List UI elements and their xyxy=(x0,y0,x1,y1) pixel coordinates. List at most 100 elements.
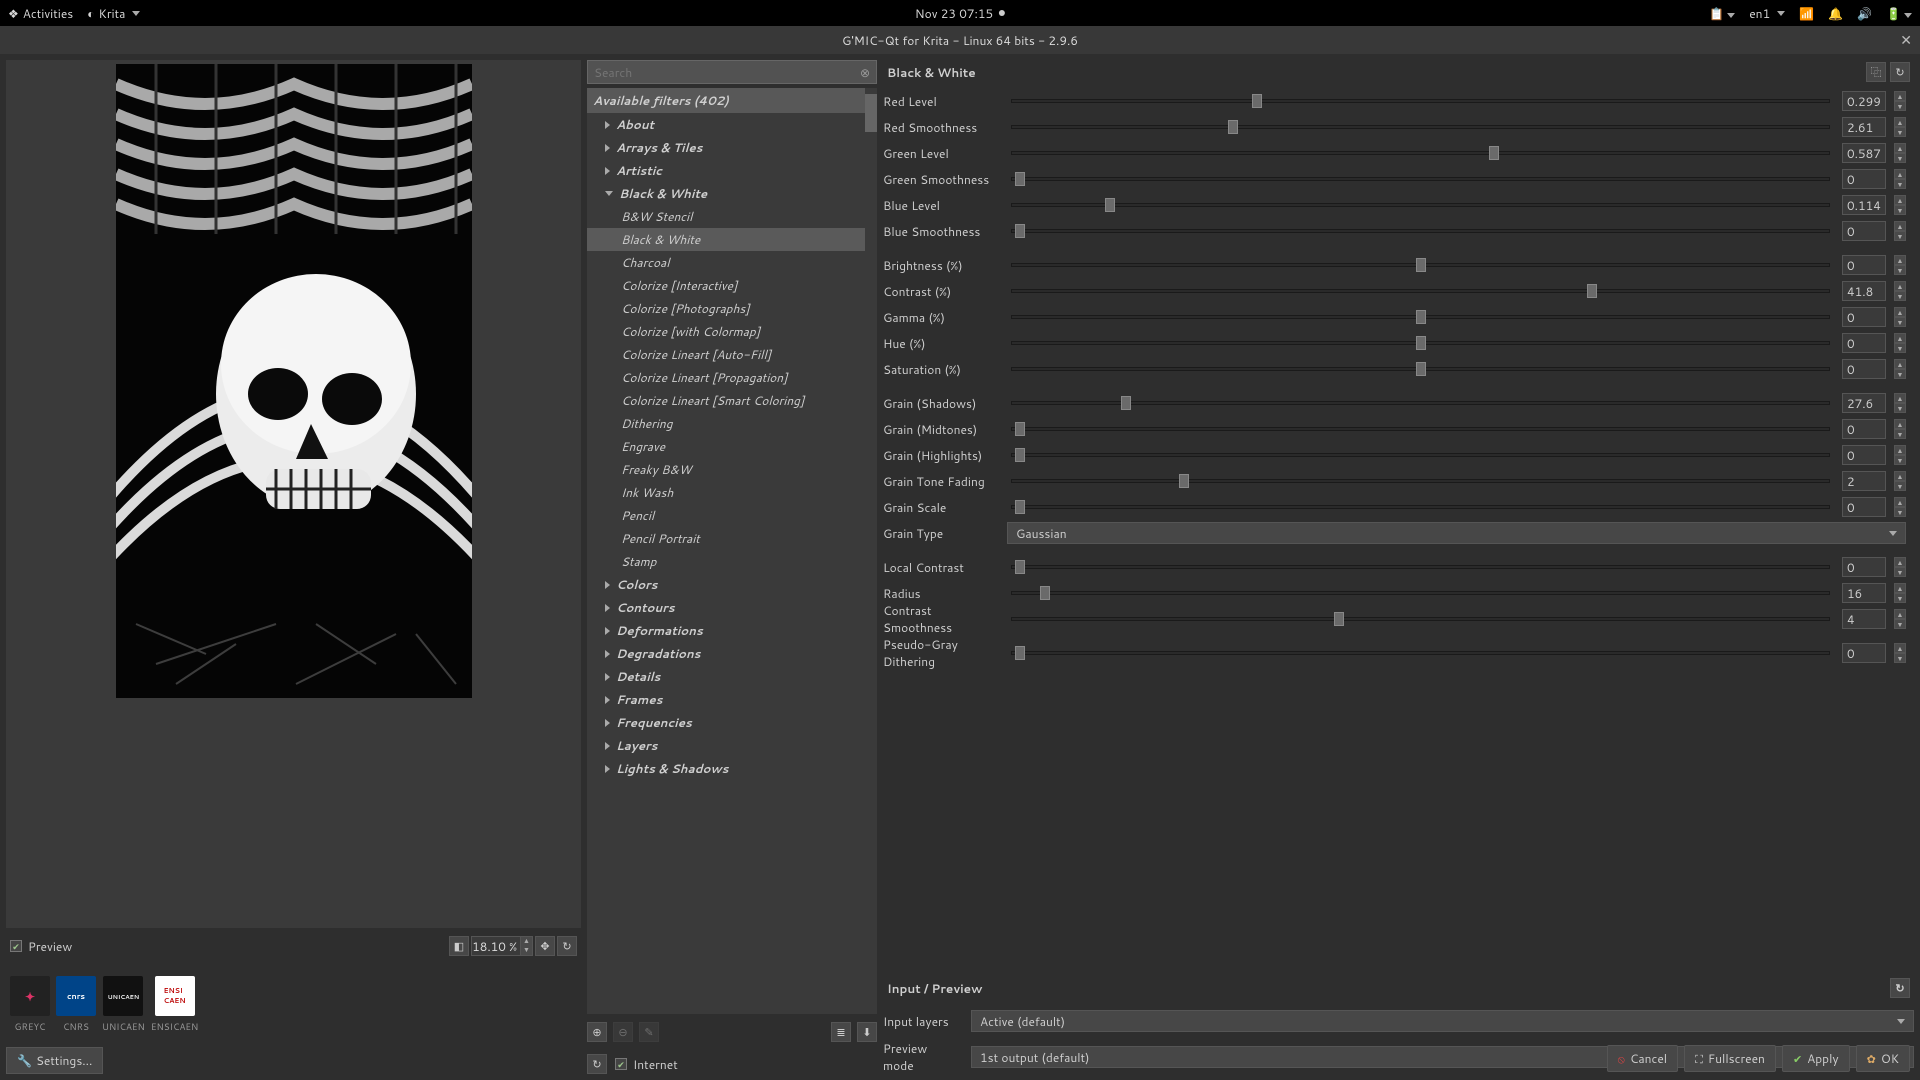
spinner-down-icon[interactable]: ▼ xyxy=(1894,369,1906,379)
spinner-down-icon[interactable]: ▼ xyxy=(1894,593,1906,603)
tree-filter-item[interactable]: Colorize Lineart [Propagation] xyxy=(587,366,865,389)
slider-thumb[interactable] xyxy=(1015,422,1025,436)
param-value-input[interactable]: 0 xyxy=(1842,333,1886,353)
tree-category[interactable]: Arrays & Tiles xyxy=(587,136,865,159)
param-slider[interactable] xyxy=(1011,617,1830,621)
param-value-input[interactable]: 0 xyxy=(1842,221,1886,241)
slider-thumb[interactable] xyxy=(1416,362,1426,376)
param-value-input[interactable]: 4 xyxy=(1842,609,1886,629)
spinner-down-icon[interactable]: ▼ xyxy=(1894,179,1906,189)
reset-io-button[interactable]: ↻ xyxy=(1890,978,1910,998)
preview-checkbox[interactable]: ✔ Preview xyxy=(10,938,72,955)
activities-button[interactable]: ❖ Activities xyxy=(8,5,73,22)
spinner-down-icon[interactable]: ▼ xyxy=(1894,291,1906,301)
tree-filter-item[interactable]: Stamp xyxy=(587,550,865,573)
ok-button[interactable]: ✿OK xyxy=(1856,1045,1910,1072)
spinner-down-icon[interactable]: ▼ xyxy=(1894,265,1906,275)
spinner-down-icon[interactable]: ▼ xyxy=(1894,653,1906,663)
param-value-input[interactable]: 0 xyxy=(1842,419,1886,439)
slider-thumb[interactable] xyxy=(1015,560,1025,574)
slider-thumb[interactable] xyxy=(1015,646,1025,660)
param-slider[interactable] xyxy=(1011,505,1830,509)
tree-category[interactable]: Details xyxy=(587,665,865,688)
slider-thumb[interactable] xyxy=(1015,448,1025,462)
filter-tree[interactable]: Available filters (402)AboutArrays & Til… xyxy=(587,88,865,1014)
tree-category[interactable]: Frames xyxy=(587,688,865,711)
spinner-up-icon[interactable]: ▲ xyxy=(1894,609,1906,619)
slider-thumb[interactable] xyxy=(1015,172,1025,186)
param-value-input[interactable]: 0 xyxy=(1842,445,1886,465)
param-value-input[interactable]: 0 xyxy=(1842,307,1886,327)
zoom-fit-button[interactable]: ✥ xyxy=(535,936,555,956)
param-value-input[interactable]: 16 xyxy=(1842,583,1886,603)
input-lang[interactable]: en1 xyxy=(1749,5,1785,22)
spinner-down-icon[interactable]: ▼ xyxy=(1894,127,1906,137)
clear-search-icon[interactable]: ⊗ xyxy=(860,64,870,81)
param-value-input[interactable]: 2.61 xyxy=(1842,117,1886,137)
slider-thumb[interactable] xyxy=(1416,258,1426,272)
param-slider[interactable] xyxy=(1011,125,1830,129)
remove-fav-button[interactable]: ⊖ xyxy=(613,1022,633,1042)
param-slider[interactable] xyxy=(1011,453,1830,457)
tree-filter-item[interactable]: Charcoal xyxy=(587,251,865,274)
spinner-down-icon[interactable]: ▼ xyxy=(1894,231,1906,241)
param-value-input[interactable]: 0 xyxy=(1842,169,1886,189)
spinner-up-icon[interactable]: ▲ xyxy=(1894,557,1906,567)
param-slider[interactable] xyxy=(1011,177,1830,181)
reset-params-button[interactable]: ↻ xyxy=(1890,62,1910,82)
zoom-spinner[interactable]: ▲▼ xyxy=(471,936,533,956)
param-value-input[interactable]: 0 xyxy=(1842,557,1886,577)
spinner-up-icon[interactable]: ▲ xyxy=(1894,255,1906,265)
param-value-input[interactable]: 2 xyxy=(1842,471,1886,491)
spinner-up-icon[interactable]: ▲ xyxy=(1894,583,1906,593)
spinner-down-icon[interactable]: ▼ xyxy=(520,946,532,955)
rename-fav-button[interactable]: ✎ xyxy=(639,1022,659,1042)
spinner-down-icon[interactable]: ▼ xyxy=(1894,153,1906,163)
spinner-down-icon[interactable]: ▼ xyxy=(1894,481,1906,491)
slider-thumb[interactable] xyxy=(1105,198,1115,212)
tree-filter-item[interactable]: Pencil xyxy=(587,504,865,527)
param-value-input[interactable]: 41.8 xyxy=(1842,281,1886,301)
spinner-up-icon[interactable]: ▲ xyxy=(1894,281,1906,291)
spinner-down-icon[interactable]: ▼ xyxy=(1894,455,1906,465)
tree-filter-item[interactable]: Freaky B&W xyxy=(587,458,865,481)
spinner-down-icon[interactable]: ▼ xyxy=(1894,619,1906,629)
tree-filter-item[interactable]: Colorize [with Colormap] xyxy=(587,320,865,343)
spinner-down-icon[interactable]: ▼ xyxy=(1894,507,1906,517)
tree-filter-item[interactable]: Engrave xyxy=(587,435,865,458)
param-slider[interactable] xyxy=(1011,401,1830,405)
expand-all-button[interactable]: ≣ xyxy=(831,1022,851,1042)
param-slider[interactable] xyxy=(1011,203,1830,207)
spinner-up-icon[interactable]: ▲ xyxy=(1894,143,1906,153)
spinner-down-icon[interactable]: ▼ xyxy=(1894,567,1906,577)
slider-thumb[interactable] xyxy=(1040,586,1050,600)
bell-icon[interactable]: 🔔 xyxy=(1828,5,1843,22)
spinner-down-icon[interactable]: ▼ xyxy=(1894,205,1906,215)
param-slider[interactable] xyxy=(1011,229,1830,233)
spinner-up-icon[interactable]: ▲ xyxy=(1894,471,1906,481)
tree-filter-item[interactable]: Pencil Portrait xyxy=(587,527,865,550)
add-fav-button[interactable]: ⊕ xyxy=(587,1022,607,1042)
tree-category[interactable]: Contours xyxy=(587,596,865,619)
internet-checkbox[interactable]: ✔ Internet xyxy=(615,1056,678,1073)
battery-icon[interactable]: 🔋 xyxy=(1886,5,1912,22)
param-slider[interactable] xyxy=(1011,315,1830,319)
settings-button[interactable]: 🔧 Settings... xyxy=(6,1047,103,1074)
param-value-input[interactable]: 27.6 xyxy=(1842,393,1886,413)
tree-filter-item[interactable]: B&W Stencil xyxy=(587,205,865,228)
spinner-down-icon[interactable]: ▼ xyxy=(1894,403,1906,413)
tree-filter-item[interactable]: Colorize [Photographs] xyxy=(587,297,865,320)
slider-thumb[interactable] xyxy=(1015,500,1025,514)
tree-category[interactable]: Artistic xyxy=(587,159,865,182)
spinner-up-icon[interactable]: ▲ xyxy=(1894,643,1906,653)
param-slider[interactable] xyxy=(1011,263,1830,267)
param-value-input[interactable]: 0.114 xyxy=(1842,195,1886,215)
spinner-down-icon[interactable]: ▼ xyxy=(1894,101,1906,111)
slider-thumb[interactable] xyxy=(1252,94,1262,108)
slider-thumb[interactable] xyxy=(1228,120,1238,134)
param-slider[interactable] xyxy=(1011,651,1830,655)
param-slider[interactable] xyxy=(1011,341,1830,345)
grain-type-dropdown[interactable]: Gaussian xyxy=(1007,522,1906,544)
volume-icon[interactable]: 🔊 xyxy=(1857,5,1872,22)
tree-filter-item[interactable]: Colorize Lineart [Smart Coloring] xyxy=(587,389,865,412)
